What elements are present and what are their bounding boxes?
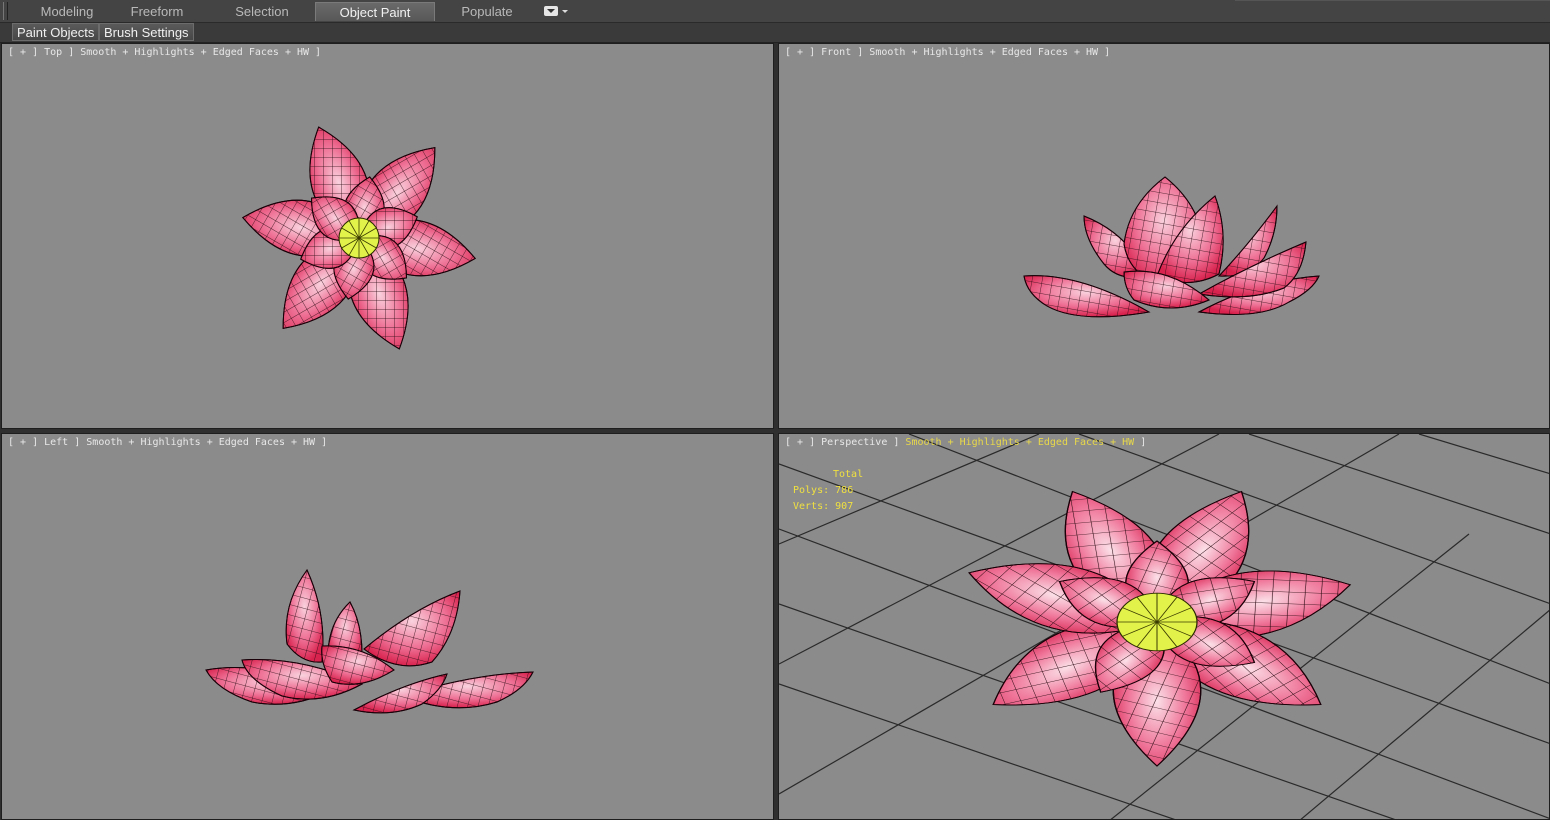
stats-overlay: Total Polys: 786 Verts: 907 xyxy=(793,467,863,515)
brush-settings-button[interactable]: Brush Settings xyxy=(99,23,194,41)
tab-object-paint[interactable]: Object Paint xyxy=(315,2,435,21)
ribbon-divider xyxy=(1235,0,1550,1)
viewport-perspective[interactable]: [ + ] Perspective ] Smooth + Highlights … xyxy=(778,433,1550,820)
paint-objects-button[interactable]: Paint Objects xyxy=(12,23,100,41)
ribbon-panel-bar: Paint Objects Brush Settings xyxy=(0,23,1550,43)
ribbon-grip-handle[interactable] xyxy=(3,2,8,20)
tab-modeling[interactable]: Modeling xyxy=(22,2,112,21)
shading-mode-perspective: Smooth + Highlights + Edged Faces + HW xyxy=(905,437,1135,448)
flower-perspective-view xyxy=(968,490,1352,767)
tab-populate[interactable]: Populate xyxy=(442,2,532,21)
flower-top-view xyxy=(242,126,476,350)
flower-left-view xyxy=(205,569,534,714)
viewport-front[interactable]: [ + ] Front ] Smooth + Highlights + Edge… xyxy=(778,43,1550,429)
stats-header: Total xyxy=(833,469,864,480)
tab-freeform[interactable]: Freeform xyxy=(112,2,202,21)
chevron-down-icon[interactable] xyxy=(562,10,568,13)
stats-polys: Polys: 786 xyxy=(793,485,854,496)
tab-selection[interactable]: Selection xyxy=(216,2,308,21)
stats-verts: Verts: 907 xyxy=(793,501,854,512)
viewport-top[interactable]: [ + ] Top ] Smooth + Highlights + Edged … xyxy=(1,43,774,429)
flower-front-view xyxy=(1023,176,1320,318)
viewport-label-perspective[interactable]: [ + ] Perspective ] Smooth + Highlights … xyxy=(785,437,1146,448)
ribbon-options-icon[interactable] xyxy=(544,6,558,16)
ribbon-tab-bar: Modeling Freeform Selection Object Paint… xyxy=(0,0,1550,23)
viewport-name-perspective: Perspective xyxy=(821,437,888,448)
viewport-left[interactable]: [ + ] Left ] Smooth + Highlights + Edged… xyxy=(1,433,774,820)
